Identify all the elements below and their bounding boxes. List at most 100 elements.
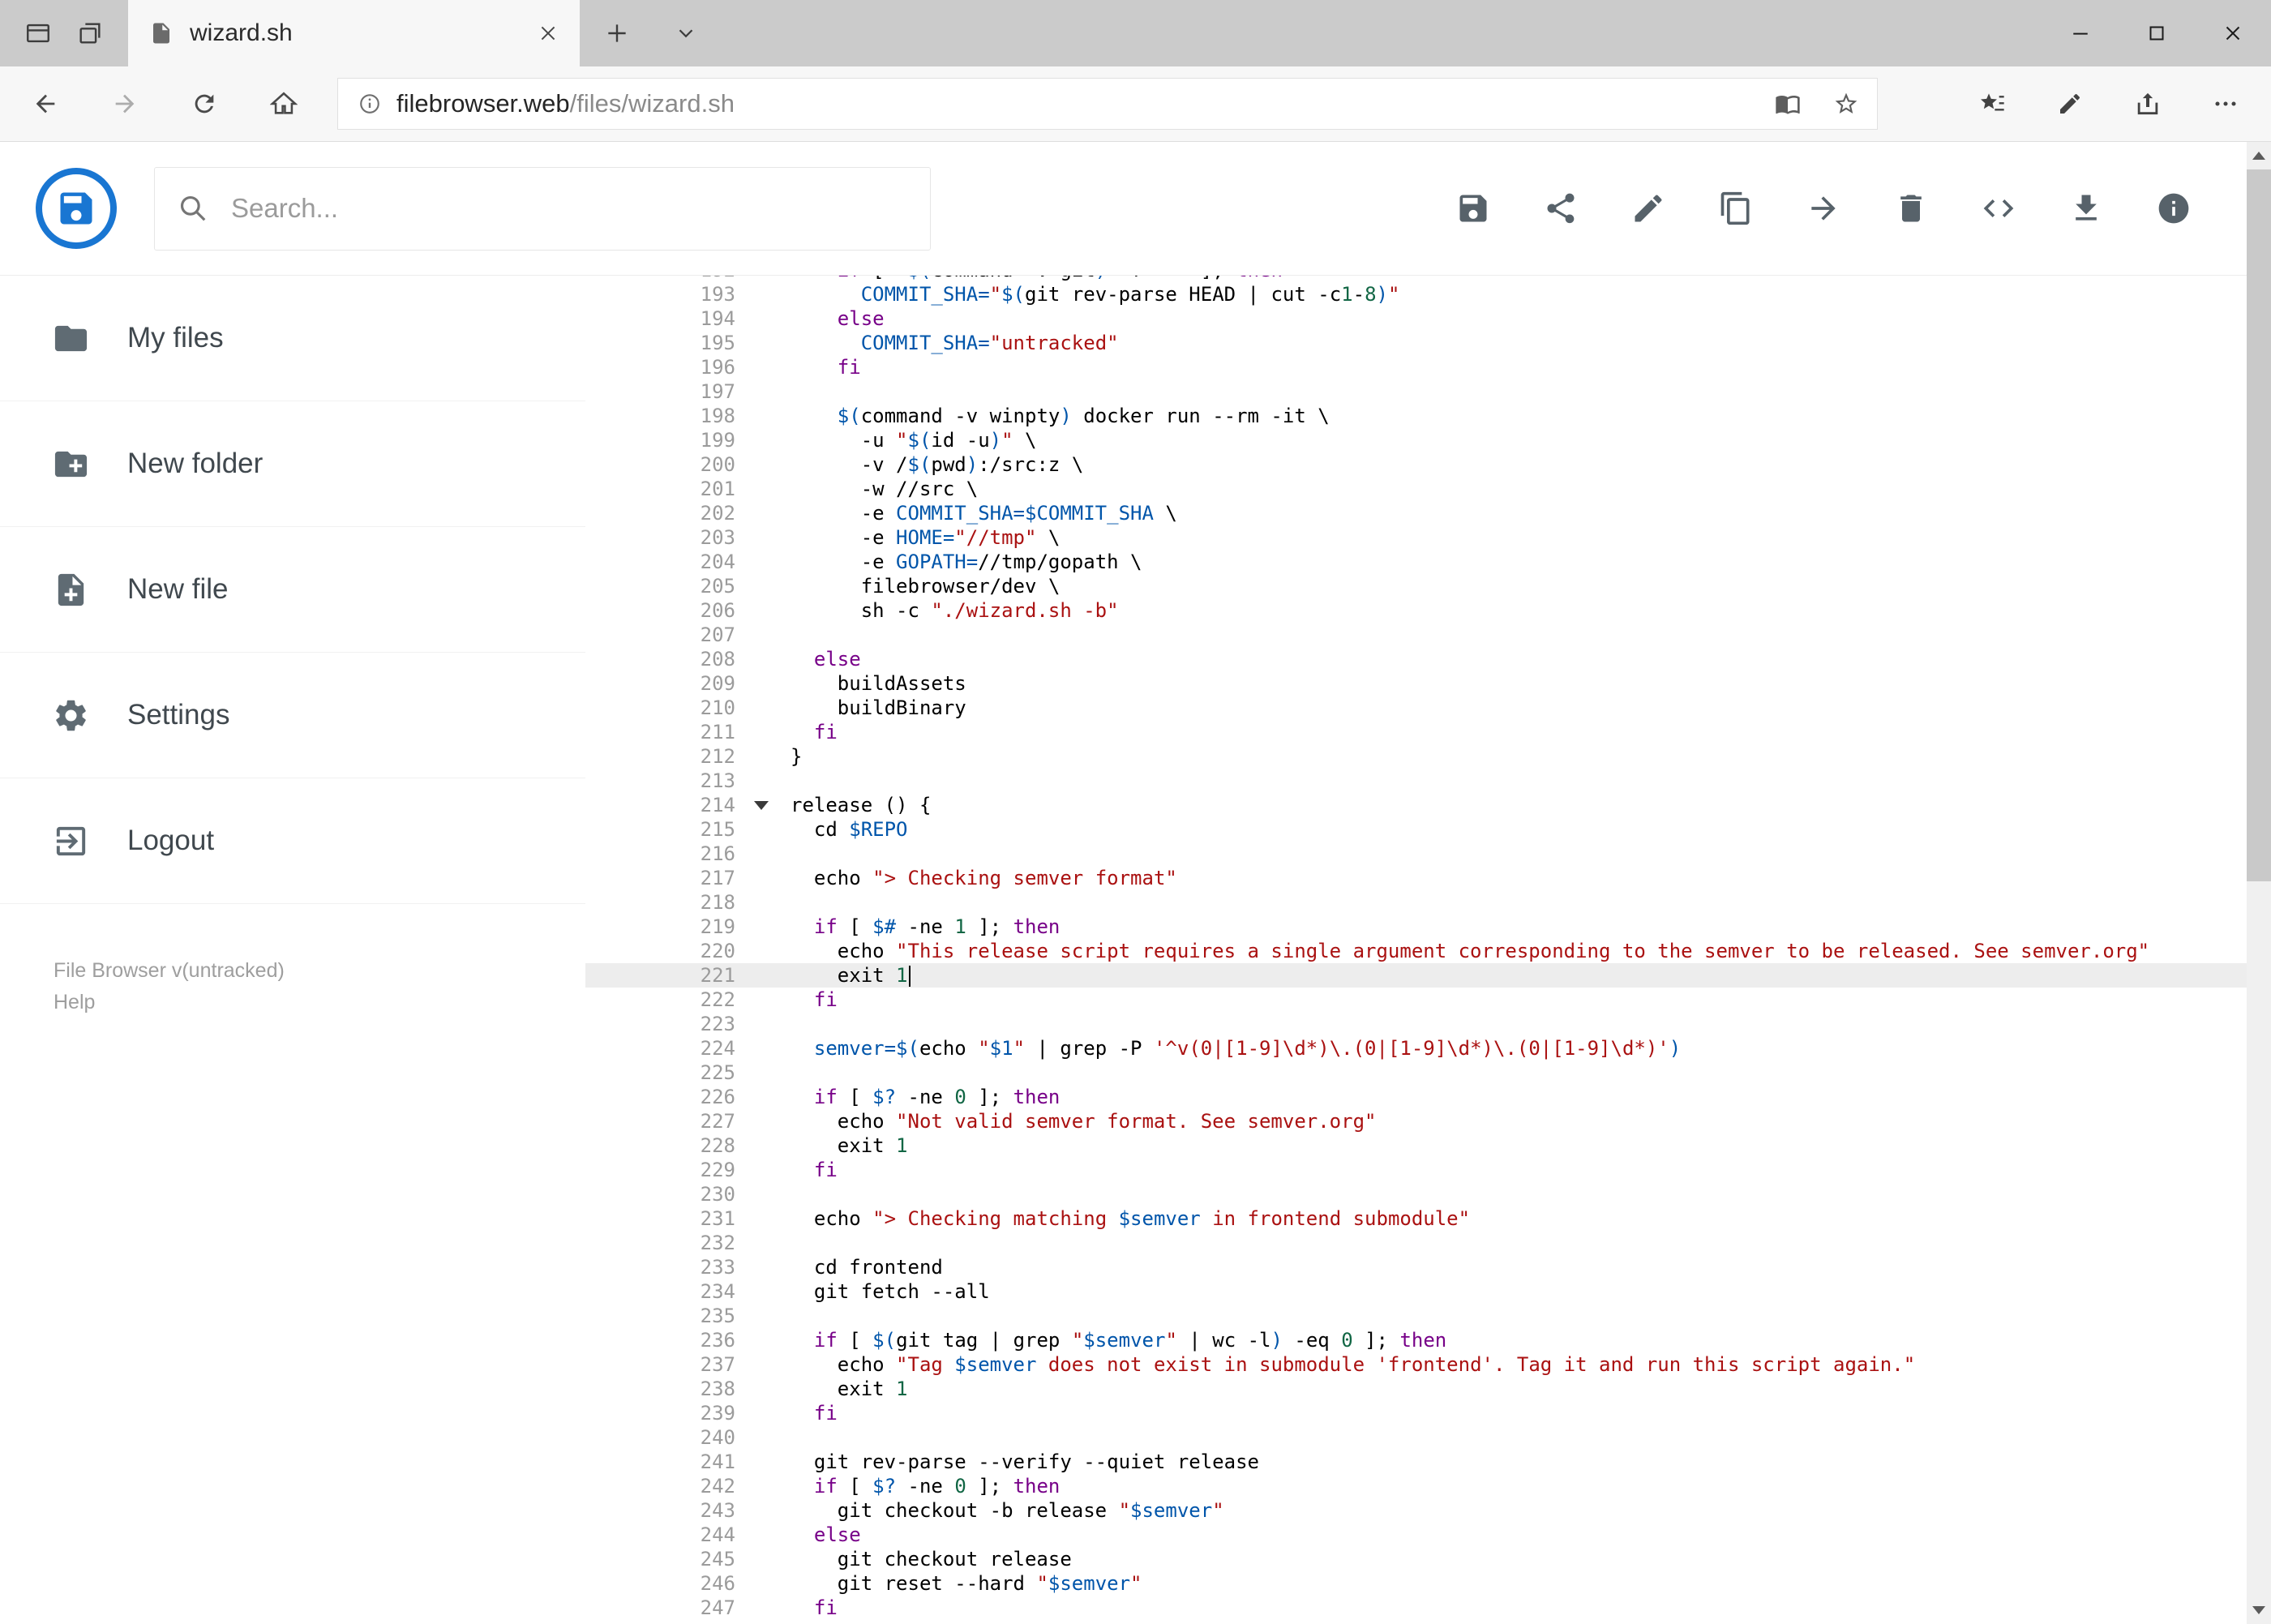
code-line-195[interactable]: 195 COMMIT_SHA="untracked" (585, 331, 2271, 355)
code-line-208[interactable]: 208 else (585, 647, 2271, 671)
reading-view-icon[interactable] (1765, 81, 1810, 126)
sidebar-item-my-files[interactable]: My files (0, 276, 585, 401)
code-line-226[interactable]: 226 if [ $? -ne 0 ]; then (585, 1085, 2271, 1109)
code-line-228[interactable]: 228 exit 1 (585, 1133, 2271, 1158)
info-button[interactable] (2156, 191, 2192, 226)
scrollbar-thumb[interactable] (2247, 169, 2271, 881)
code-line-237[interactable]: 237 echo "Tag $semver does not exist in … (585, 1352, 2271, 1377)
hub-favorites-icon[interactable] (1963, 81, 2021, 126)
code-line-199[interactable]: 199 -u "$(id -u)" \ (585, 428, 2271, 452)
code-line-220[interactable]: 220 echo "This release script requires a… (585, 939, 2271, 963)
code-line-234[interactable]: 234 git fetch --all (585, 1279, 2271, 1304)
window-close-button[interactable] (2195, 0, 2271, 66)
code-line-201[interactable]: 201 -w //src \ (585, 477, 2271, 501)
code-line-224[interactable]: 224 semver=$(echo "$1" | grep -P '^v(0|[… (585, 1036, 2271, 1061)
tab-preview-icon[interactable] (24, 19, 52, 47)
code-line-217[interactable]: 217 echo "> Checking semver format" (585, 866, 2271, 890)
site-info-icon[interactable] (349, 92, 390, 116)
code-line-231[interactable]: 231 echo "> Checking matching $semver in… (585, 1206, 2271, 1231)
code-line-225[interactable]: 225 (585, 1061, 2271, 1085)
code-line-238[interactable]: 238 exit 1 (585, 1377, 2271, 1401)
edit-button[interactable] (1630, 191, 1666, 226)
code-line-219[interactable]: 219 if [ $# -ne 1 ]; then (585, 915, 2271, 939)
code-line-216[interactable]: 216 (585, 842, 2271, 866)
code-line-247[interactable]: 247 fi (585, 1596, 2271, 1620)
code-line-245[interactable]: 245 git checkout release (585, 1547, 2271, 1571)
more-options-icon[interactable] (2196, 81, 2255, 126)
help-link[interactable]: Help (54, 987, 285, 1018)
fold-marker-icon[interactable] (743, 800, 779, 810)
window-minimize-button[interactable] (2042, 0, 2119, 66)
code-line-192[interactable]: 192 if [ "$(command -v git)" != "" ]; th… (585, 276, 2271, 282)
code-line-230[interactable]: 230 (585, 1182, 2271, 1206)
code-line-221[interactable]: 221 exit 1 (585, 963, 2271, 988)
address-bar[interactable]: filebrowser.web/files/wizard.sh (337, 78, 1878, 130)
code-line-227[interactable]: 227 echo "Not valid semver format. See s… (585, 1109, 2271, 1133)
code-line-236[interactable]: 236 if [ $(git tag | grep "$semver" | wc… (585, 1328, 2271, 1352)
code-line-196[interactable]: 196 fi (585, 355, 2271, 379)
code-line-209[interactable]: 209 buildAssets (585, 671, 2271, 696)
code-line-235[interactable]: 235 (585, 1304, 2271, 1328)
code-line-218[interactable]: 218 (585, 890, 2271, 915)
code-line-194[interactable]: 194 else (585, 306, 2271, 331)
code-line-200[interactable]: 200 -v /$(pwd):/src:z \ (585, 452, 2271, 477)
code-line-232[interactable]: 232 (585, 1231, 2271, 1255)
browser-tab[interactable]: wizard.sh (128, 0, 580, 66)
back-button[interactable] (19, 78, 71, 130)
code-line-213[interactable]: 213 (585, 769, 2271, 793)
sidebar-item-settings[interactable]: Settings (0, 653, 585, 778)
switch-view-button[interactable] (1981, 191, 2016, 226)
forward-button[interactable] (99, 78, 151, 130)
code-line-243[interactable]: 243 git checkout -b release "$semver" (585, 1498, 2271, 1523)
download-button[interactable] (2068, 191, 2104, 226)
code-line-215[interactable]: 215 cd $REPO (585, 817, 2271, 842)
page-scrollbar[interactable] (2247, 142, 2271, 1624)
share-page-icon[interactable] (2119, 81, 2177, 126)
sidebar-item-new-folder[interactable]: New folder (0, 401, 585, 527)
code-line-193[interactable]: 193 COMMIT_SHA="$(git rev-parse HEAD | c… (585, 282, 2271, 306)
code-line-206[interactable]: 206 sh -c "./wizard.sh -b" (585, 598, 2271, 623)
code-line-202[interactable]: 202 -e COMMIT_SHA=$COMMIT_SHA \ (585, 501, 2271, 525)
code-line-211[interactable]: 211 fi (585, 720, 2271, 744)
move-button[interactable] (1806, 191, 1841, 226)
code-line-244[interactable]: 244 else (585, 1523, 2271, 1547)
search-input[interactable] (229, 192, 907, 225)
home-button[interactable] (258, 78, 310, 130)
code-editor[interactable]: 192 if [ "$(command -v git)" != "" ]; th… (585, 276, 2271, 1623)
code-line-205[interactable]: 205 filebrowser/dev \ (585, 574, 2271, 598)
set-tabs-aside-icon[interactable] (76, 19, 104, 47)
add-favorite-star-icon[interactable] (1823, 81, 1869, 126)
scrollbar-up-arrow-icon[interactable] (2247, 142, 2271, 169)
tab-close-icon[interactable] (538, 23, 559, 44)
scrollbar-down-arrow-icon[interactable] (2247, 1596, 2271, 1624)
share-button[interactable] (1543, 191, 1579, 226)
window-maximize-button[interactable] (2119, 0, 2195, 66)
code-line-210[interactable]: 210 buildBinary (585, 696, 2271, 720)
sidebar-item-new-file[interactable]: New file (0, 527, 585, 653)
code-line-203[interactable]: 203 -e HOME="//tmp" \ (585, 525, 2271, 550)
tab-list-chevron-icon[interactable] (654, 0, 718, 66)
delete-button[interactable] (1893, 191, 1929, 226)
filebrowser-logo[interactable] (36, 168, 117, 249)
sidebar-item-logout[interactable]: Logout (0, 778, 585, 904)
new-tab-button[interactable] (580, 0, 654, 66)
search-box[interactable] (154, 166, 931, 251)
web-notes-pen-icon[interactable] (2041, 81, 2099, 126)
code-line-239[interactable]: 239 fi (585, 1401, 2271, 1425)
code-line-240[interactable]: 240 (585, 1425, 2271, 1450)
code-line-241[interactable]: 241 git rev-parse --verify --quiet relea… (585, 1450, 2271, 1474)
code-line-246[interactable]: 246 git reset --hard "$semver" (585, 1571, 2271, 1596)
code-line-229[interactable]: 229 fi (585, 1158, 2271, 1182)
code-line-204[interactable]: 204 -e GOPATH=//tmp/gopath \ (585, 550, 2271, 574)
refresh-button[interactable] (178, 78, 230, 130)
copy-button[interactable] (1718, 191, 1754, 226)
code-line-212[interactable]: 212} (585, 744, 2271, 769)
code-line-242[interactable]: 242 if [ $? -ne 0 ]; then (585, 1474, 2271, 1498)
code-line-214[interactable]: 214 release () { (585, 793, 2271, 817)
code-line-222[interactable]: 222 fi (585, 988, 2271, 1012)
code-line-223[interactable]: 223 (585, 1012, 2271, 1036)
code-line-197[interactable]: 197 (585, 379, 2271, 404)
code-line-198[interactable]: 198 $(command -v winpty) docker run --rm… (585, 404, 2271, 428)
code-line-207[interactable]: 207 (585, 623, 2271, 647)
save-button[interactable] (1455, 191, 1491, 226)
